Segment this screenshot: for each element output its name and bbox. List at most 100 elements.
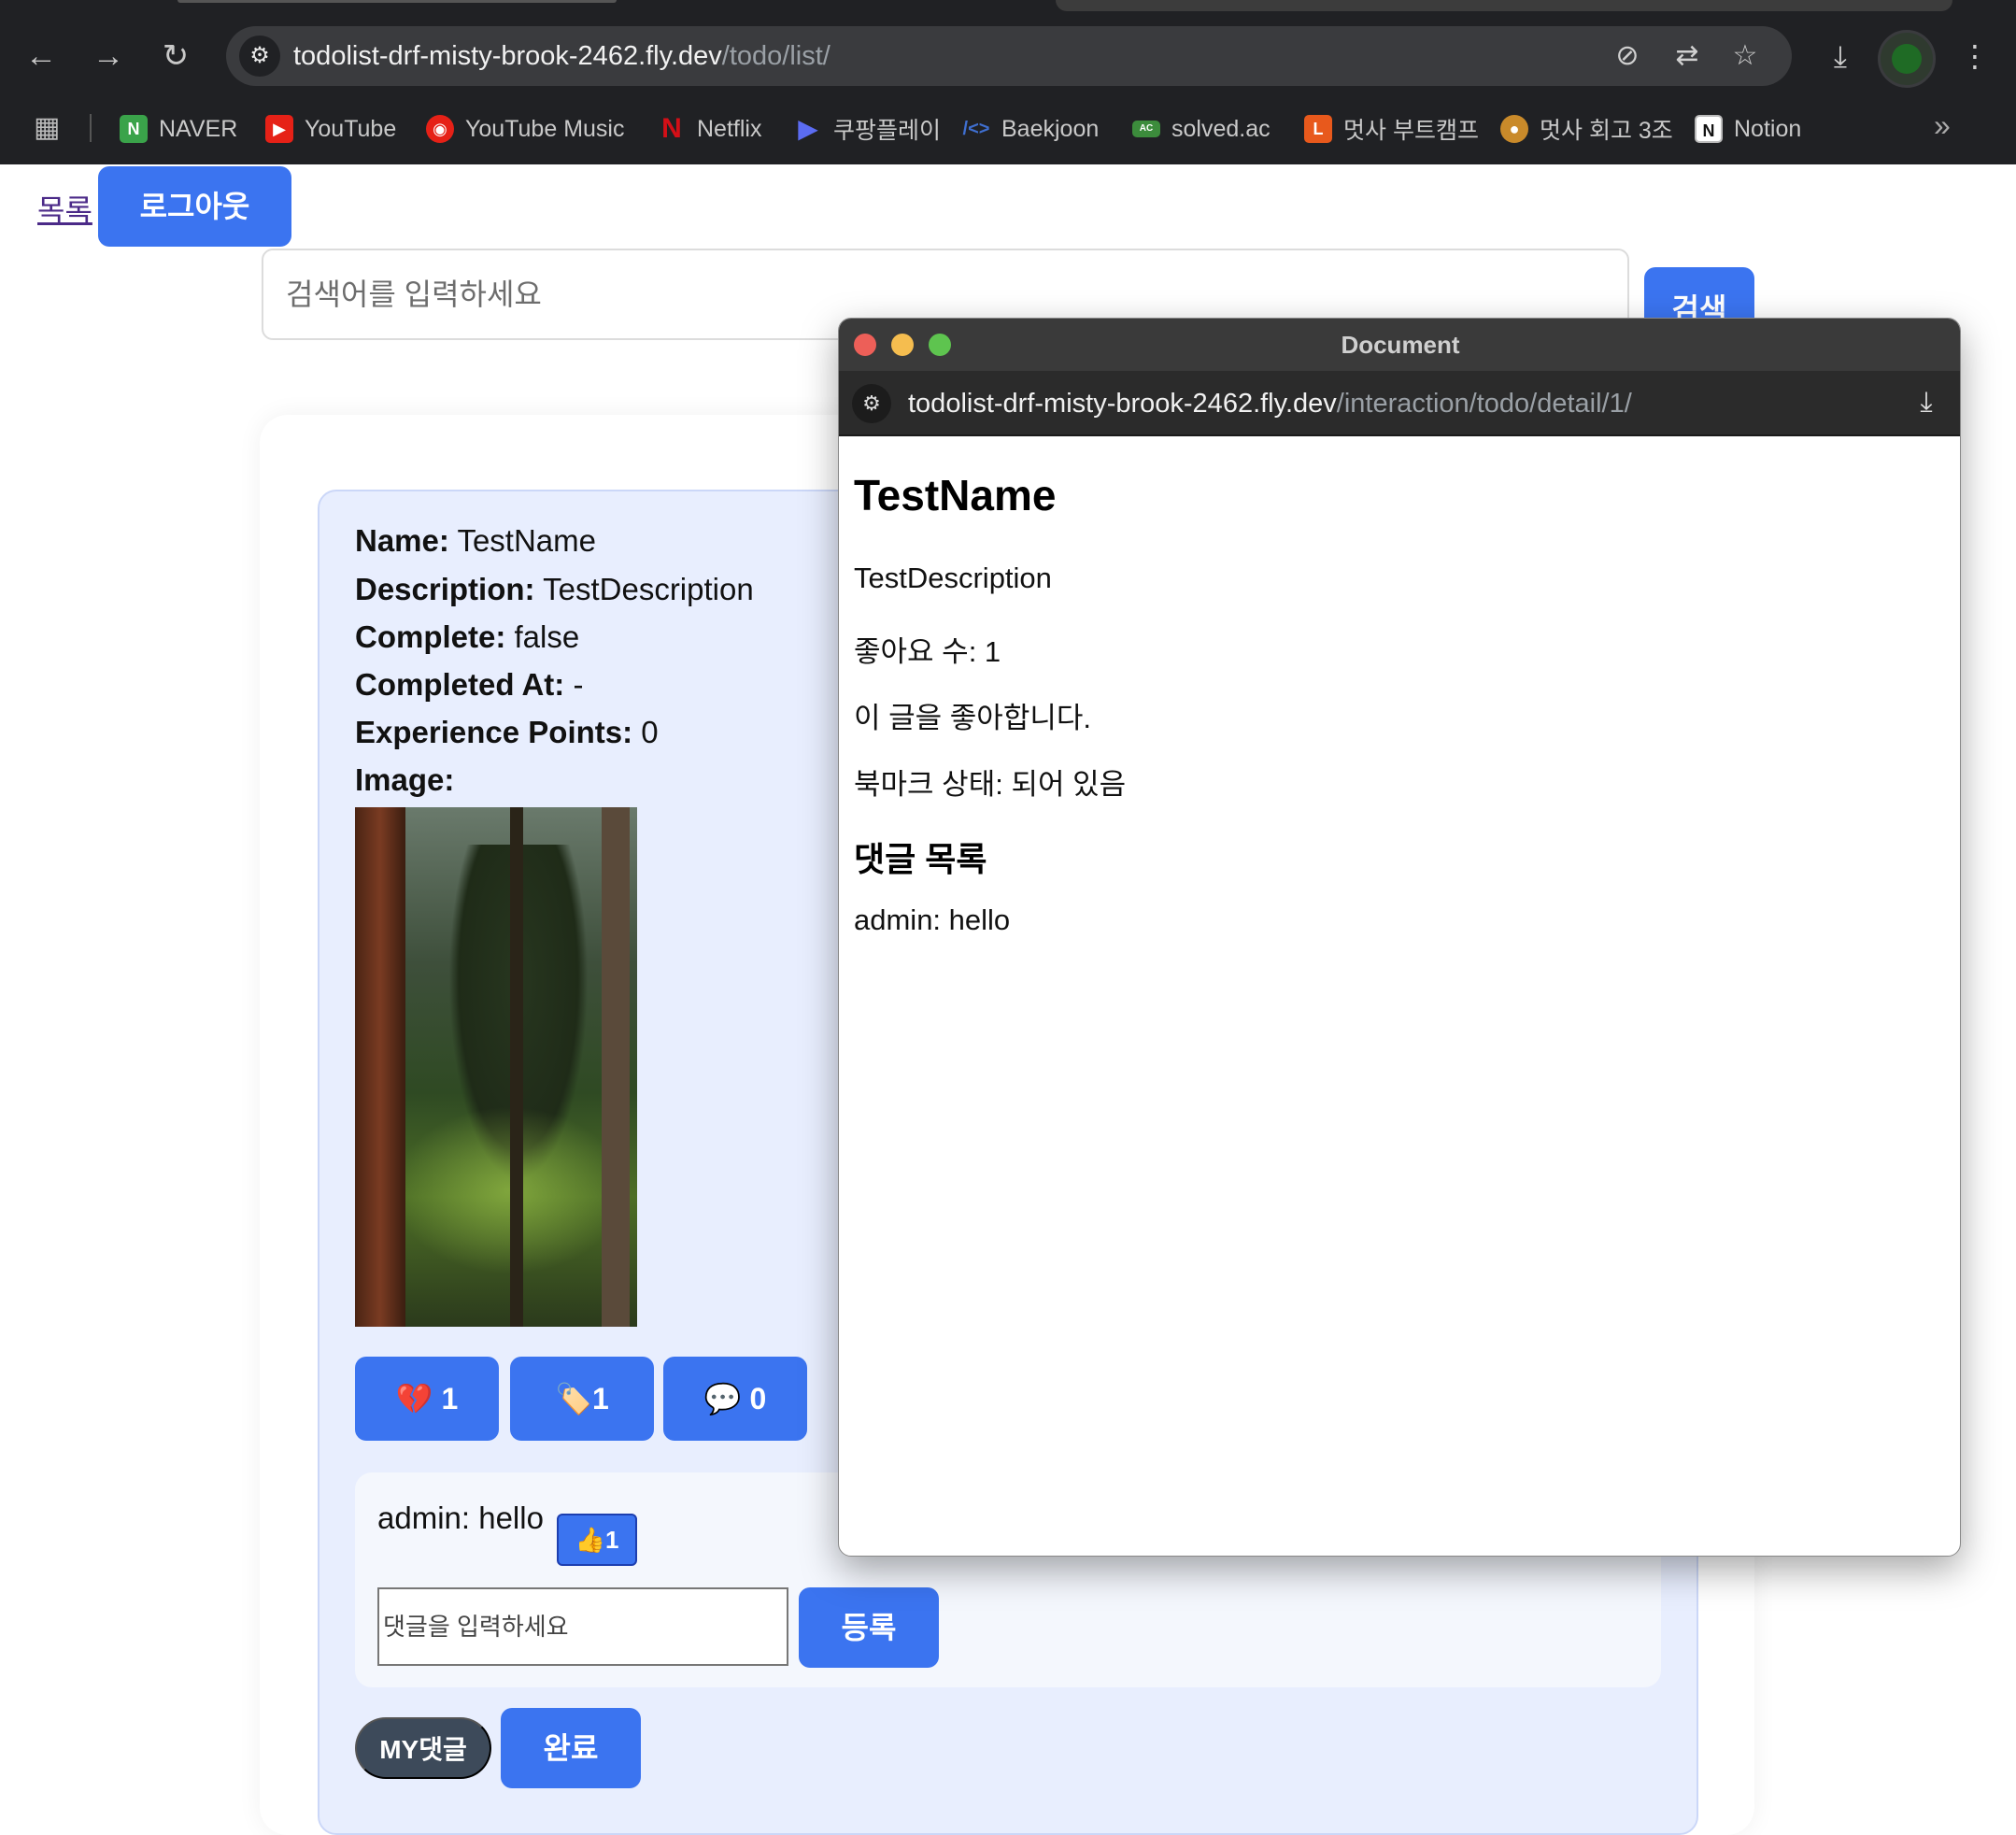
comment-like-count: 1 [604, 1526, 619, 1554]
logout-button[interactable]: 로그아웃 [98, 166, 291, 247]
baekjoon-icon: /<> [962, 119, 990, 139]
todo-image-forest [355, 807, 637, 1327]
todo-image-label: Image: [355, 762, 454, 798]
tab-active[interactable] [1056, 0, 1952, 11]
bookmark-likelion-bootcamp[interactable]: L 멋사 부트캠프 [1304, 110, 1479, 148]
profile-avatar[interactable] [1878, 30, 1936, 88]
browser-chrome: ← → ↻ ⚙ todolist-drf-misty-brook-2462.fl… [0, 0, 2016, 164]
bookmark-notion[interactable]: N Notion [1695, 110, 1801, 148]
register-comment-button[interactable]: 등록 [799, 1587, 939, 1668]
bookmark-baekjoon[interactable]: /<> Baekjoon [962, 110, 1100, 148]
bookmarks-separator [90, 114, 92, 142]
star-bookmark-icon[interactable]: ☆ [1726, 37, 1764, 75]
popup-bookmark-status: 북마크 상태: 되어 있음 [854, 768, 1127, 801]
todo-completed-at-field: Completed At: - [355, 667, 583, 703]
todo-name-field: Name: TestName [355, 523, 596, 559]
naver-icon: N [120, 115, 148, 143]
popup-title: Document [1341, 331, 1460, 359]
field-label: Description: [355, 572, 535, 606]
complete-button[interactable]: 완료 [501, 1708, 641, 1788]
bookmark-netflix[interactable]: N Netflix [658, 110, 761, 148]
field-label: Complete: [355, 619, 506, 654]
bookmark-coupang-play[interactable]: ▶ 쿠팡플레이 [794, 110, 941, 148]
popup-titlebar[interactable]: Document [839, 319, 1960, 371]
chevron-double-right-icon[interactable]: » [1934, 108, 1951, 143]
bookmarks-bar: ▦ N NAVER ▶ YouTube ◉ YouTube Music N Netfli… [0, 103, 2016, 164]
bookmark-count: 1 [592, 1382, 609, 1415]
url-path: /todo/list/ [721, 41, 831, 71]
todo-xp-field: Experience Points: 0 [355, 715, 659, 750]
site-settings-icon[interactable]: ⚙ [239, 36, 280, 77]
comments-button[interactable]: 💬 0 [663, 1357, 807, 1441]
bookmark-label: NAVER [159, 115, 238, 142]
netflix-icon: N [661, 113, 682, 144]
broken-heart-icon: 💔 [395, 1382, 433, 1415]
bookmark-label: Notion [1734, 115, 1802, 142]
bookmark-likelion-retro[interactable]: ● 멋사 회고 3조 [1500, 110, 1673, 148]
bookmark-naver[interactable]: N NAVER [120, 110, 237, 148]
tab-inactive[interactable] [177, 0, 617, 3]
bookmark-label: 쿠팡플레이 [833, 118, 942, 144]
bookmark-solved-ac[interactable]: AC solved.ac [1132, 110, 1271, 148]
thumbs-up-icon: 👍 [575, 1526, 605, 1554]
field-value: TestName [457, 523, 597, 558]
detail-popup-window: Document ⚙ todolist-drf-misty-brook-2462… [838, 318, 1961, 1557]
comment-count: 0 [749, 1382, 767, 1415]
forward-arrow-icon[interactable]: → [88, 36, 129, 77]
translate-icon[interactable]: ⇄ [1668, 37, 1706, 75]
popup-comment-item: admin: hello [854, 903, 1011, 936]
like-count: 1 [441, 1382, 459, 1415]
url-host: todolist-drf-misty-brook-2462.fly.dev [293, 41, 722, 71]
reload-icon[interactable]: ↻ [155, 36, 196, 77]
popup-address-bar[interactable]: ⚙ todolist-drf-misty-brook-2462.fly.dev/… [839, 371, 1960, 436]
bookmark-button[interactable]: 🏷️1 [510, 1357, 654, 1441]
bookmark-label: solved.ac [1171, 115, 1271, 142]
field-label: Completed At: [355, 667, 565, 702]
likelion-bootcamp-icon: L [1304, 115, 1332, 143]
field-label: Image: [355, 762, 455, 797]
todo-description-field: Description: TestDescription [355, 572, 754, 607]
field-label: Experience Points: [355, 715, 633, 749]
popup-comments-heading: 댓글 목록 [854, 840, 987, 878]
image-light [392, 1106, 626, 1274]
todo-complete-field: Complete: false [355, 619, 579, 655]
download-icon[interactable]: ⤓ [1818, 34, 1863, 78]
speech-bubble-icon: 💬 [703, 1382, 742, 1415]
popup-like-status: 이 글을 좋아합니다. [854, 702, 1091, 734]
camera-off-icon[interactable]: ⊘ [1609, 37, 1646, 75]
youtube-icon: ▶ [265, 115, 293, 143]
download-icon[interactable]: ⤓ [1908, 384, 1945, 421]
image-trunk [355, 807, 405, 1327]
bookmark-label: YouTube [305, 115, 397, 142]
back-arrow-icon[interactable]: ← [21, 36, 62, 77]
apps-grid-icon[interactable]: ▦ [34, 112, 65, 144]
coupang-play-icon: ▶ [798, 114, 818, 143]
bookmark-youtube[interactable]: ▶ YouTube [265, 110, 396, 148]
bookmark-youtube-music[interactable]: ◉ YouTube Music [426, 110, 624, 148]
solved-ac-icon: AC [1132, 121, 1160, 137]
list-link[interactable]: 목록 [37, 187, 92, 230]
site-settings-icon[interactable]: ⚙ [852, 384, 891, 423]
field-value: - [573, 667, 584, 702]
popup-like-count: 좋아요 수: 1 [854, 635, 1001, 668]
popup-heading: TestName [854, 471, 1057, 519]
url-path: /interaction/todo/detail/1/ [1336, 389, 1632, 419]
comment-text: admin: hello [377, 1501, 544, 1535]
bookmark-label: Netflix [697, 115, 762, 142]
bookmark-label: YouTube Music [465, 115, 625, 142]
bookmark-label: 멋사 부트캠프 [1343, 118, 1479, 144]
comment-input[interactable] [377, 1587, 788, 1666]
address-bar[interactable]: ⚙ todolist-drf-misty-brook-2462.fly.dev/… [226, 26, 1792, 86]
my-comments-button[interactable]: MY댓글 [355, 1717, 491, 1779]
field-value: TestDescription [543, 572, 754, 606]
notion-icon: N [1695, 115, 1723, 143]
popup-url[interactable]: todolist-drf-misty-brook-2462.fly.dev/in… [908, 371, 1632, 436]
comment-like-button[interactable]: 👍1 [557, 1514, 637, 1566]
image-trunk [602, 807, 630, 1327]
field-value: false [514, 619, 580, 654]
like-button[interactable]: 💔 1 [355, 1357, 499, 1441]
url-host: todolist-drf-misty-brook-2462.fly.dev [908, 389, 1337, 419]
address-url[interactable]: todolist-drf-misty-brook-2462.fly.dev/to… [293, 26, 831, 86]
menu-kebab-icon[interactable]: ⋮ [1952, 34, 1997, 78]
field-label: Name: [355, 523, 449, 558]
